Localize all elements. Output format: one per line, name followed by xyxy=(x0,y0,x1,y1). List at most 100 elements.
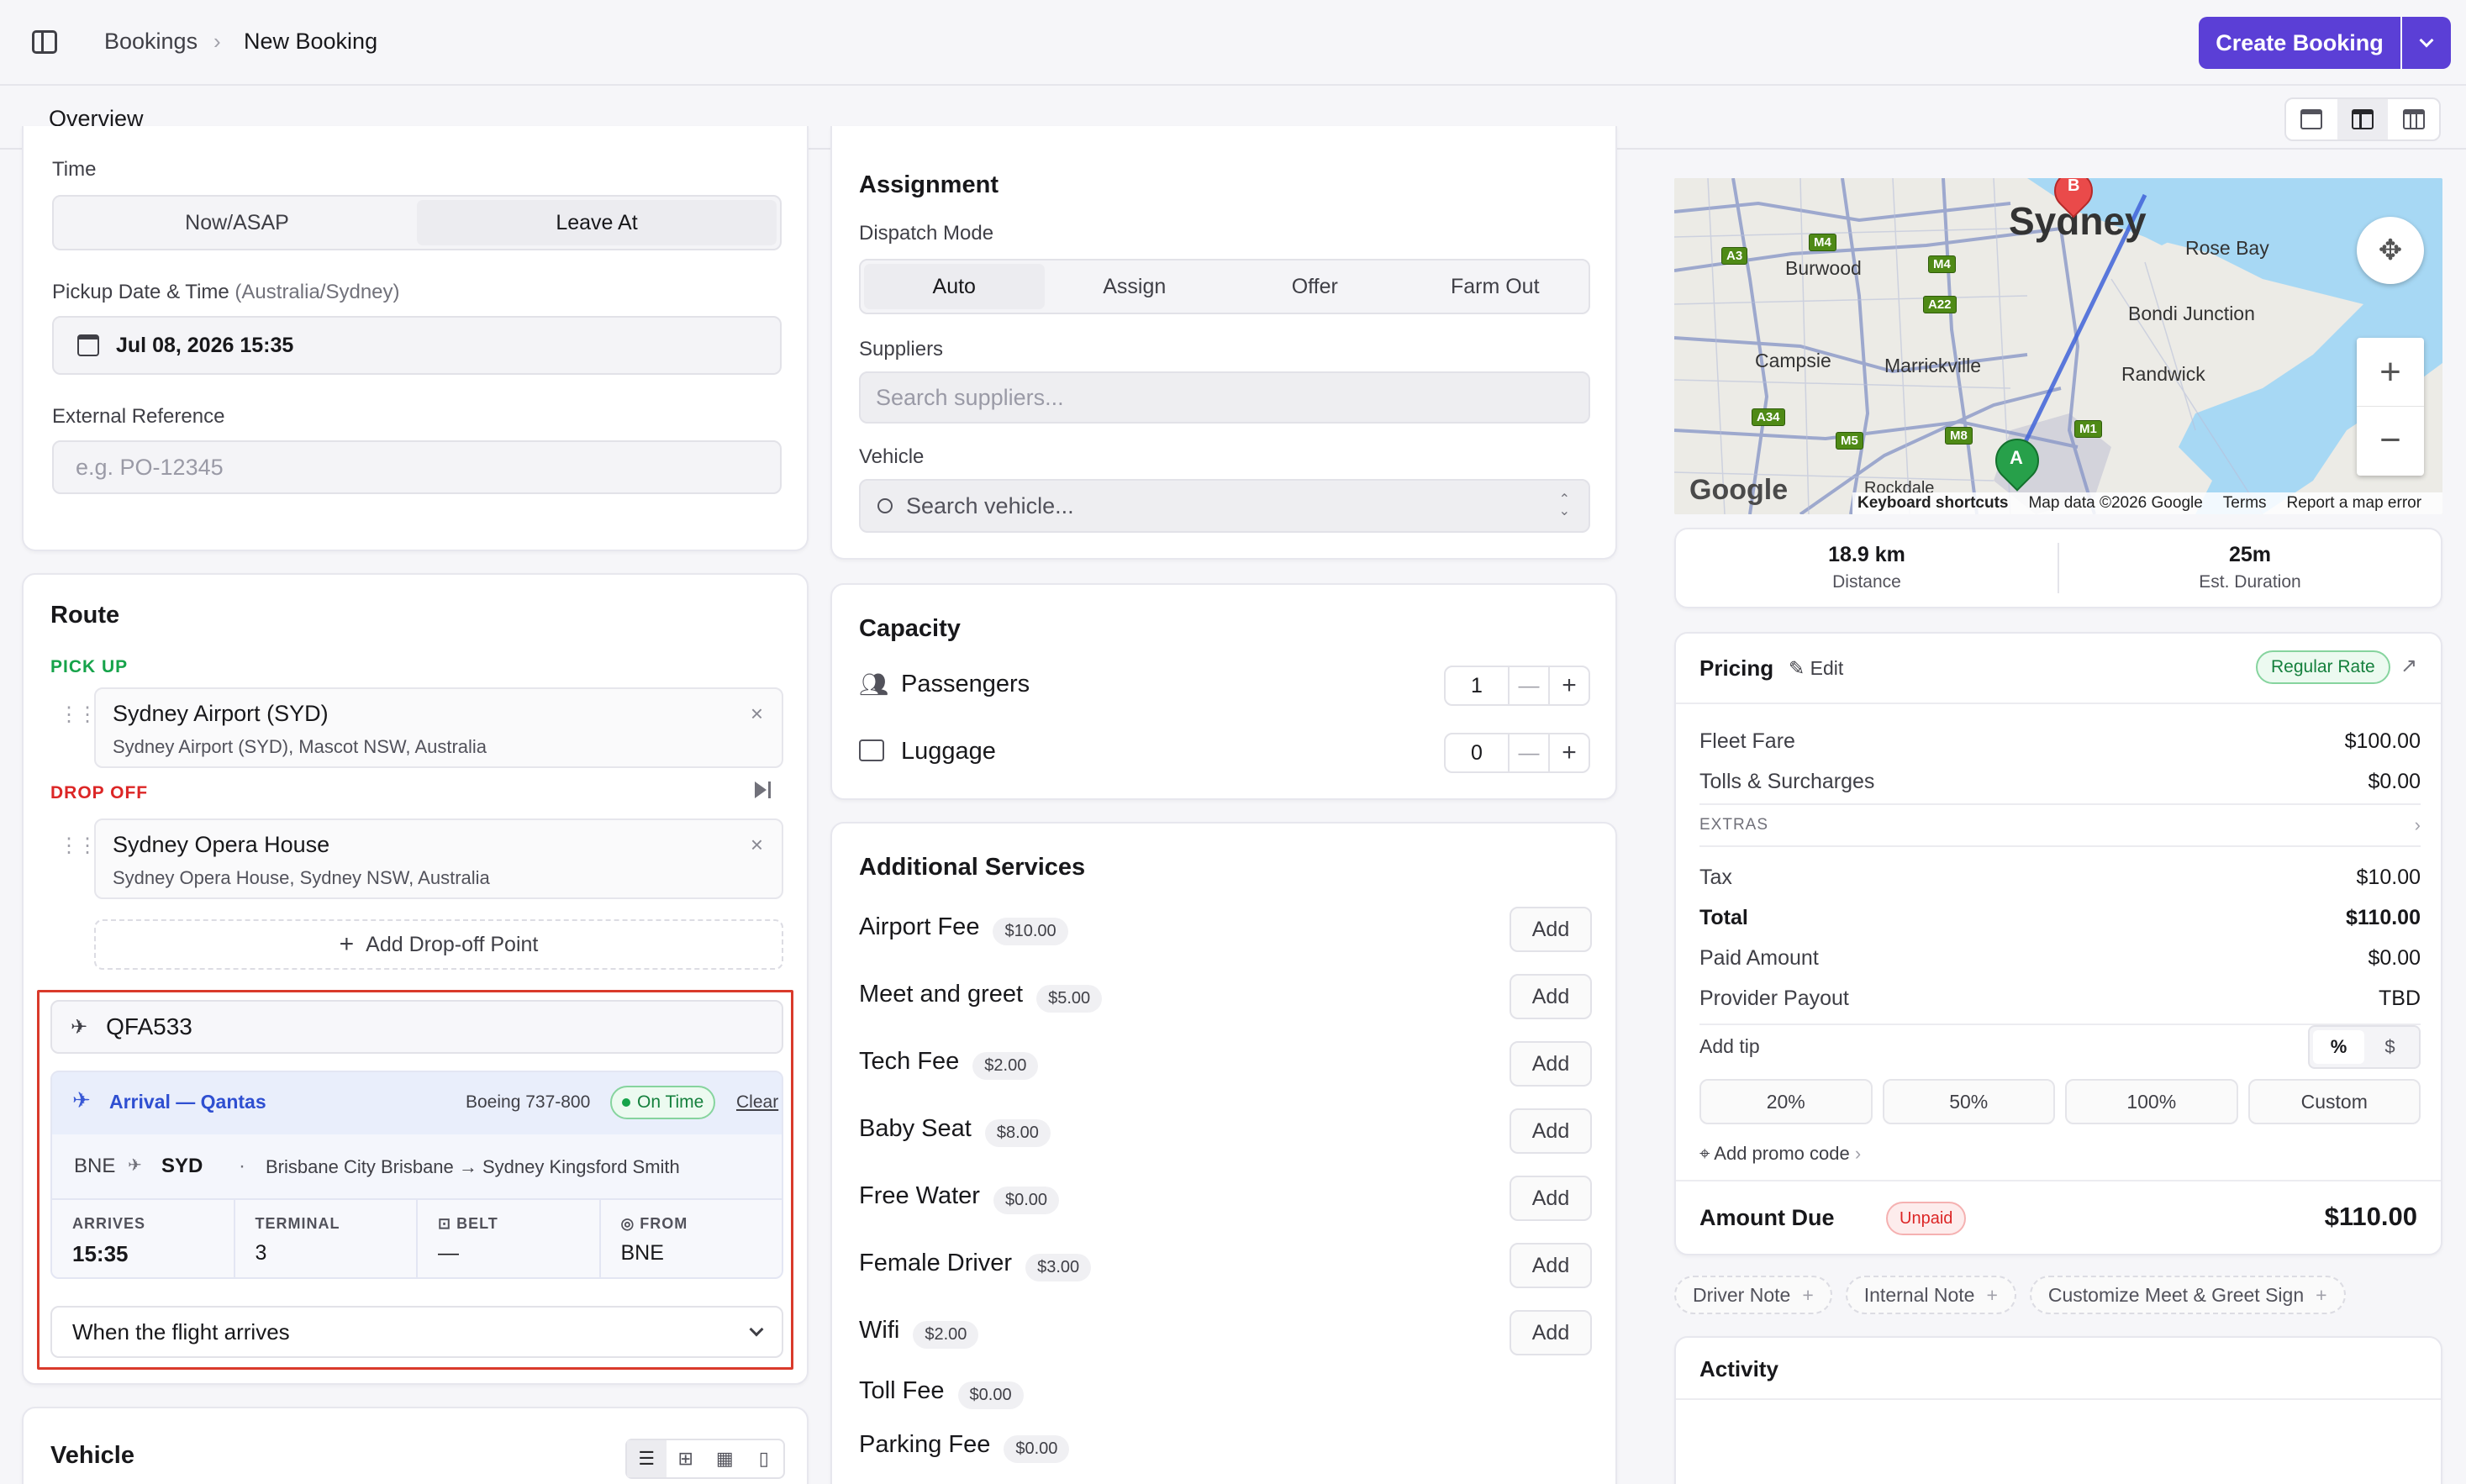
service-info: Airport Fee $10.00 xyxy=(859,913,1068,945)
external-link-icon[interactable]: ↗ xyxy=(2400,654,2417,678)
pickup-datetime-field[interactable]: Jul 08, 2026 15:35 xyxy=(52,316,782,375)
dropoff-location[interactable]: Sydney Opera House Sydney Opera House, S… xyxy=(94,818,783,899)
external-reference-input[interactable]: e.g. PO-12345 xyxy=(52,440,782,494)
pickup-timing-select[interactable]: When the flight arrives xyxy=(50,1306,783,1358)
dispatch-mode-assign[interactable]: Assign xyxy=(1045,264,1225,309)
from-label-row: ◎ FROM xyxy=(621,1215,762,1233)
service-row: Wifi $2.00 Add xyxy=(859,1308,1592,1358)
plane-icon: ✈ xyxy=(71,1015,88,1039)
add-dropoff-button[interactable]: + Add Drop-off Point xyxy=(94,919,783,970)
total-value: $110.00 xyxy=(2346,906,2421,929)
road-shield-m4: M4 xyxy=(1928,255,1956,273)
service-info: Baby Seat $8.00 xyxy=(859,1115,1051,1147)
chevron-right-icon: › xyxy=(213,29,221,54)
breadcrumb-bookings[interactable]: Bookings xyxy=(104,29,198,55)
tip-50-button[interactable]: 50% xyxy=(1882,1079,2055,1124)
add-service-button[interactable]: Add xyxy=(1510,1243,1592,1288)
flight-route-description: Brisbane City Brisbane → Sydney Kingsfor… xyxy=(266,1156,680,1177)
service-name: Female Driver xyxy=(859,1250,1013,1277)
add-service-button[interactable]: Add xyxy=(1510,974,1592,1019)
luggage-stepper[interactable]: 0 — + xyxy=(1444,733,1590,773)
tip-custom-button[interactable]: Custom xyxy=(2247,1079,2421,1124)
suppliers-search-input[interactable]: Search suppliers... xyxy=(859,371,1590,424)
carousel-view-icon[interactable]: ▯ xyxy=(745,1440,784,1477)
flight-status-badge: On Time xyxy=(610,1086,716,1119)
calendar-icon xyxy=(77,334,99,356)
luggage-icon xyxy=(859,739,884,761)
tip-mode-dollar[interactable]: $ xyxy=(2364,1030,2416,1064)
pickup-location[interactable]: Sydney Airport (SYD) Sydney Airport (SYD… xyxy=(94,687,783,768)
sidebar-toggle-icon[interactable] xyxy=(32,30,57,54)
list-view-icon[interactable]: ☰ xyxy=(627,1440,667,1477)
passengers-increment-button[interactable]: + xyxy=(1548,667,1589,704)
add-service-button[interactable]: Add xyxy=(1510,1176,1592,1221)
table-view-icon[interactable]: ▦ xyxy=(705,1440,745,1477)
add-service-button[interactable]: Add xyxy=(1510,1108,1592,1154)
skip-to-end-icon[interactable] xyxy=(755,780,775,800)
tip-20-button[interactable]: 20% xyxy=(1699,1079,1873,1124)
rate-badge[interactable]: Regular Rate xyxy=(2256,650,2390,684)
plus-icon: + xyxy=(339,930,355,958)
service-name: Toll Fee xyxy=(859,1377,945,1405)
create-booking-dropdown-button[interactable] xyxy=(2402,17,2451,69)
tag-icon: ⌖ xyxy=(1699,1143,1710,1164)
vehicle-search-input[interactable]: Search vehicle... ⌃ ⌄ xyxy=(859,479,1590,533)
zoom-in-button[interactable]: + xyxy=(2357,338,2424,407)
tip-100-button[interactable]: 100% xyxy=(2065,1079,2238,1124)
remove-pickup-icon[interactable]: × xyxy=(751,701,763,727)
pencil-icon: ✎ xyxy=(1789,657,1805,679)
map-container[interactable]: Sydney Burwood Rose Bay Bondi Junction C… xyxy=(1674,178,2442,514)
paid-amount-label: Paid Amount xyxy=(1699,946,1819,970)
passengers-decrement-button[interactable]: — xyxy=(1508,667,1548,704)
additional-services-title: Additional Services xyxy=(859,854,1086,881)
remove-dropoff-icon[interactable]: × xyxy=(751,832,763,858)
layout-grid-icon[interactable] xyxy=(2388,99,2439,139)
service-name: Meet and greet xyxy=(859,981,1024,1008)
create-booking-button[interactable]: Create Booking xyxy=(2199,17,2400,69)
distance-value: 18.9 km xyxy=(1828,543,1905,566)
passengers-stepper[interactable]: 1 — + xyxy=(1444,666,1590,706)
passengers-icon: 👥︎ xyxy=(859,671,889,697)
map-fullscreen-button[interactable]: ✥ xyxy=(2357,217,2424,284)
add-service-button[interactable]: Add xyxy=(1510,1310,1592,1355)
drag-handle-icon[interactable]: ⋮⋮ xyxy=(59,703,97,727)
add-service-button[interactable]: Add xyxy=(1510,1041,1592,1087)
extras-row[interactable]: EXTRAS › xyxy=(1699,803,2421,847)
road-shield-a34: A34 xyxy=(1752,408,1785,426)
add-internal-note-button[interactable]: Internal Note + xyxy=(1845,1276,2016,1314)
tolls-label: Tolls & Surcharges xyxy=(1699,770,1875,793)
clear-flight-link[interactable]: Clear xyxy=(736,1092,778,1113)
flight-number-value: QFA533 xyxy=(106,1013,192,1039)
add-promo-code-label: Add promo code xyxy=(1714,1143,1850,1164)
aircraft-type: Boeing 737-800 xyxy=(466,1092,591,1112)
zoom-out-button[interactable]: − xyxy=(2357,407,2424,474)
add-service-button[interactable]: Add xyxy=(1510,907,1592,952)
edit-pricing-button[interactable]: ✎ Edit xyxy=(1789,657,1843,680)
layout-single-icon[interactable] xyxy=(2286,99,2337,139)
add-driver-note-button[interactable]: Driver Note + xyxy=(1674,1276,1832,1314)
dispatch-mode-auto[interactable]: Auto xyxy=(864,264,1045,309)
dispatch-mode-farm-out[interactable]: Farm Out xyxy=(1405,264,1586,309)
layout-split-icon[interactable] xyxy=(2337,99,2389,139)
terms-link[interactable]: Terms xyxy=(2223,494,2267,513)
luggage-increment-button[interactable]: + xyxy=(1548,734,1589,771)
report-map-error-link[interactable]: Report a map error xyxy=(2287,494,2422,513)
provider-payout-row: Provider Payout TBD xyxy=(1699,987,2421,1011)
customize-sign-button[interactable]: Customize Meet & Greet Sign + xyxy=(2029,1276,2346,1314)
suppliers-label: Suppliers xyxy=(859,338,944,360)
time-option-now[interactable]: Now/ASAP xyxy=(57,200,417,245)
plus-icon: + xyxy=(2316,1283,2327,1306)
dispatch-mode-offer[interactable]: Offer xyxy=(1225,264,1405,309)
keyboard-shortcuts-link[interactable]: Keyboard shortcuts xyxy=(1857,494,2008,513)
flight-title: Arrival — Qantas xyxy=(109,1091,266,1113)
grid-view-icon[interactable]: ⊞ xyxy=(667,1440,706,1477)
drag-handle-icon[interactable]: ⋮⋮ xyxy=(59,834,97,858)
edit-pricing-label: Edit xyxy=(1810,657,1844,679)
tip-mode-percent[interactable]: % xyxy=(2313,1030,2364,1064)
add-promo-code-link[interactable]: ⌖ Add promo code › xyxy=(1699,1143,1861,1165)
tolls-row: Tolls & Surcharges $0.00 xyxy=(1699,770,2421,794)
tip-mode-toggle: % $ xyxy=(2308,1025,2421,1069)
time-option-leave-at[interactable]: Leave At xyxy=(417,200,777,245)
flight-number-input[interactable]: ✈ QFA533 xyxy=(50,1000,783,1054)
luggage-decrement-button[interactable]: — xyxy=(1508,734,1548,771)
